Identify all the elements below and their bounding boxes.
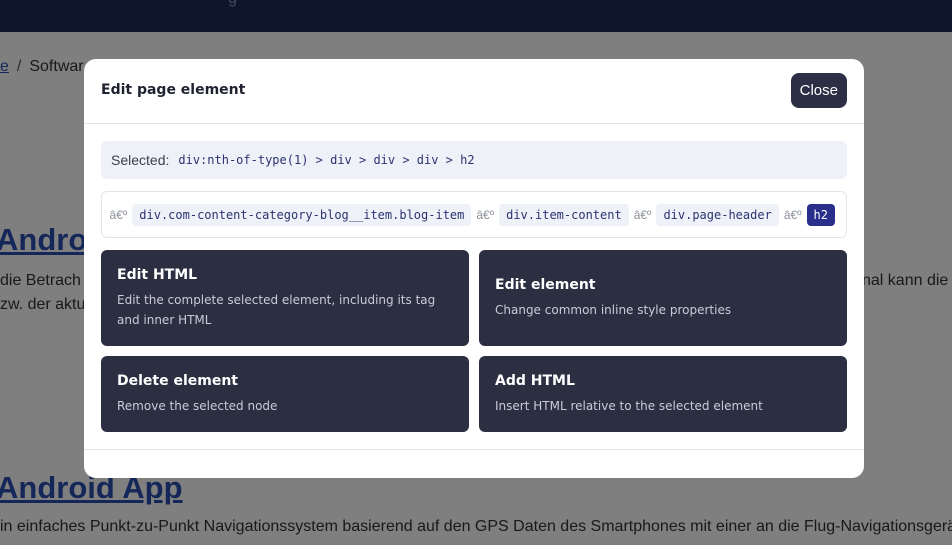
edit-element-button[interactable]: Edit element Change common inline style … (479, 250, 847, 346)
dialog-footer (84, 449, 864, 478)
path-separator: â€º (783, 207, 802, 222)
dialog-title: Edit page element (101, 82, 246, 98)
close-button[interactable]: Close (790, 73, 847, 108)
path-separator: â€º (633, 207, 652, 222)
selected-selector-bar: Selected: div:nth-of-type(1) > div > div… (101, 141, 847, 179)
path-separator: â€º (476, 207, 495, 222)
edit-html-button[interactable]: Edit HTML Edit the complete selected ele… (101, 250, 469, 346)
path-chip-h2-active[interactable]: h2 (806, 203, 835, 226)
path-separator: â€º (109, 207, 128, 222)
add-html-title: Add HTML (495, 372, 575, 389)
delete-element-title: Delete element (117, 372, 239, 389)
edit-element-dialog: Edit page element Close Selected: div:nt… (84, 59, 864, 478)
delete-element-button[interactable]: Delete element Remove the selected node (101, 356, 469, 432)
add-html-description: Insert HTML relative to the selected ele… (495, 398, 763, 413)
path-chip-page-header[interactable]: div.page-header (656, 203, 779, 226)
add-html-button[interactable]: Add HTML Insert HTML relative to the sel… (479, 356, 847, 432)
delete-element-description: Remove the selected node (117, 398, 278, 413)
edit-element-description: Change common inline style properties (495, 302, 732, 317)
element-path-breadcrumbs: â€º div.com-content-category-blog__item.… (101, 191, 847, 238)
edit-element-title: Edit element (495, 276, 596, 293)
path-chip-item-content[interactable]: div.item-content (499, 203, 629, 226)
edit-html-title: Edit HTML (117, 266, 198, 283)
edit-html-description: Edit the complete selected element, incl… (117, 292, 436, 327)
path-chip-blog-item[interactable]: div.com-content-category-blog__item.blog… (132, 203, 472, 226)
selected-label: Selected: (111, 152, 170, 168)
selected-selector: div:nth-of-type(1) > div > div > div > h… (178, 153, 475, 167)
dialog-header: Edit page element Close (84, 59, 864, 124)
